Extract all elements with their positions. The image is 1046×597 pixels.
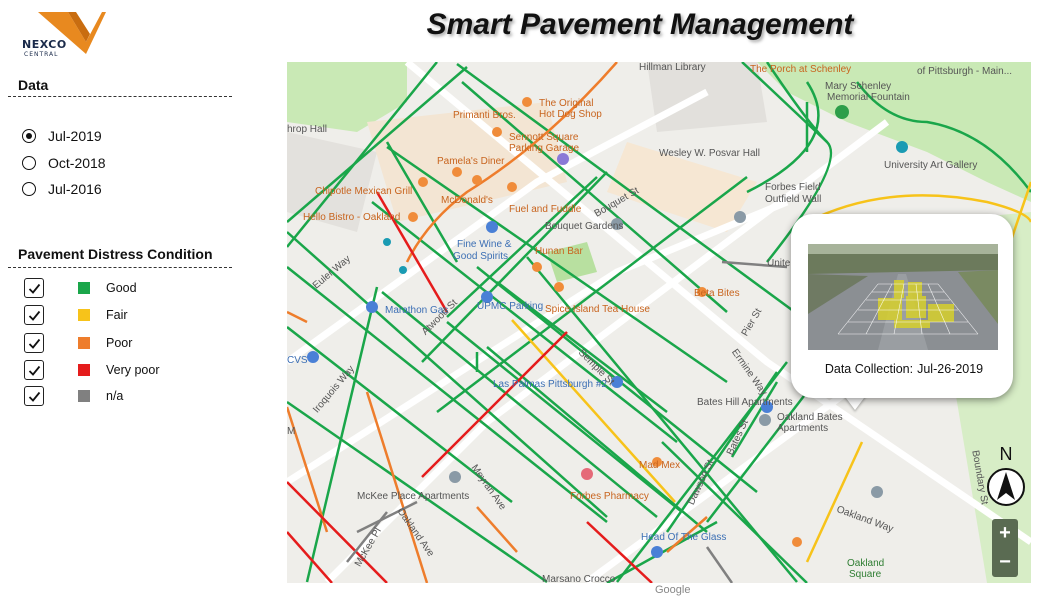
- map-label: Las Palmas Pittsburgh #2: [493, 379, 607, 390]
- map-label: Square: [849, 569, 882, 580]
- map-label: University Art Gallery: [884, 160, 978, 171]
- map-label: Mary Schenley: [825, 81, 892, 92]
- map-label: Outfield Wall: [765, 194, 822, 205]
- map-label: Fuel and Fuddle: [509, 204, 582, 215]
- legend-item-good[interactable]: Good: [24, 277, 137, 299]
- legend-item-fair[interactable]: Fair: [24, 304, 128, 326]
- check-icon: [28, 365, 40, 376]
- map-label: Mad Mex: [639, 460, 681, 471]
- map-label: Bouquet Gardens: [545, 221, 624, 232]
- map-label: Wesley W. Posvar Hall: [659, 148, 760, 159]
- check-icon: [28, 338, 40, 349]
- map-label: Forbes Pharmacy: [570, 491, 649, 502]
- park-area: [757, 62, 1031, 202]
- map-label: Spice Island Tea House: [545, 304, 650, 315]
- legend-swatch-poor: [78, 337, 90, 349]
- zoom-control[interactable]: + −: [992, 519, 1018, 577]
- legend-swatch-fair: [78, 309, 90, 321]
- caption-date: Jul-26-2019: [917, 362, 984, 376]
- map-label: Oakland: [847, 558, 885, 569]
- map-label: Hillman Library: [639, 62, 706, 73]
- map-label: Good Spirits: [453, 251, 509, 262]
- legend-label: Good: [106, 281, 137, 295]
- map-label: Forbes Field: [765, 182, 821, 193]
- page-title: Smart Pavement Management: [426, 8, 854, 41]
- map-label: McDonald's: [441, 195, 493, 206]
- map-label: Bates Hill Apartments: [697, 397, 793, 408]
- data-option-jul-2019[interactable]: Jul-2019: [22, 127, 102, 145]
- compass-icon: [987, 468, 1025, 506]
- radio-label: Jul-2019: [48, 128, 102, 144]
- check-icon: [28, 283, 40, 294]
- map-label: Primanti Bros.: [453, 110, 516, 121]
- map-label: The Original: [539, 98, 594, 109]
- map-label: Chipotle Mexican Grill: [315, 186, 413, 197]
- zoom-in-button[interactable]: +: [992, 519, 1018, 548]
- radio-label: Jul-2016: [48, 181, 102, 197]
- map-label: Hunan Bar: [535, 246, 583, 257]
- legend-checkbox[interactable]: [24, 305, 44, 325]
- data-option-oct-2018[interactable]: Oct-2018: [22, 154, 106, 172]
- map-label: Parking Garage: [509, 143, 580, 154]
- divider: [8, 267, 232, 268]
- radio-button[interactable]: [22, 182, 36, 196]
- map-label: hrop Hall: [287, 124, 328, 135]
- north-arrow: N: [985, 444, 1027, 506]
- map-label: Pamela's Diner: [437, 156, 505, 167]
- logo-subtext: CENTRAL: [24, 51, 59, 58]
- legend-checkbox[interactable]: [24, 360, 44, 380]
- data-collection-popup[interactable]: Data Collection: Jul-26-2019: [791, 214, 1013, 398]
- divider: [8, 96, 232, 97]
- legend-heading: Pavement Distress Condition: [18, 246, 213, 262]
- radio-button[interactable]: [22, 156, 36, 170]
- legend-item-na[interactable]: n/a: [24, 385, 123, 407]
- legend-item-very-poor[interactable]: Very poor: [24, 359, 160, 381]
- legend-label: Fair: [106, 308, 128, 322]
- legend-swatch-good: [78, 282, 90, 294]
- map-label: Beta Bites: [694, 288, 740, 299]
- map-label: Sennott Square: [509, 132, 579, 143]
- map-label: Memorial Fountain: [827, 92, 910, 103]
- map-label: Hello Bistro - Oakland: [303, 212, 401, 223]
- legend-checkbox[interactable]: [24, 386, 44, 406]
- logo-text: NEXCO: [22, 38, 67, 51]
- map-label: CVS: [287, 355, 308, 366]
- data-heading: Data: [18, 77, 49, 93]
- map-label: M: [287, 426, 296, 437]
- google-attribution: Google: [655, 584, 691, 596]
- map-label: Apartments: [777, 423, 829, 434]
- map-label: McKee Place Apartments: [357, 491, 470, 502]
- legend-swatch-na: [78, 390, 90, 402]
- data-option-jul-2016[interactable]: Jul-2016: [22, 180, 102, 198]
- legend-checkbox[interactable]: [24, 278, 44, 298]
- map-label: Fine Wine &: [457, 239, 512, 250]
- radio-button[interactable]: [22, 129, 36, 143]
- legend-item-poor[interactable]: Poor: [24, 332, 132, 354]
- legend-label: Very poor: [106, 363, 160, 377]
- check-icon: [28, 391, 40, 402]
- zoom-out-button[interactable]: −: [992, 548, 1018, 577]
- north-label: N: [999, 444, 1013, 464]
- nexco-logo: NEXCO CENTRAL: [10, 8, 106, 58]
- popup-caption: Data Collection: Jul-26-2019: [791, 362, 1013, 376]
- map-label: Hot Dog Shop: [539, 109, 602, 120]
- map-label: The Porch at Schenley: [750, 64, 852, 75]
- map-label: of Pittsburgh - Main...: [917, 66, 1013, 77]
- legend-label: n/a: [106, 389, 124, 403]
- caption-label: Data Collection:: [824, 362, 914, 376]
- map-label: UPMC Parking: [477, 301, 544, 312]
- map-label: Marsano Crocco: [542, 574, 616, 583]
- check-icon: [28, 310, 40, 321]
- radio-label: Oct-2018: [48, 155, 106, 171]
- legend-checkbox[interactable]: [24, 333, 44, 353]
- map-label: Unite: [767, 258, 791, 269]
- road-photo: [808, 244, 998, 350]
- map-label: Head Of The Glass: [641, 532, 727, 543]
- legend-label: Poor: [106, 336, 133, 350]
- legend-swatch-very-poor: [78, 364, 90, 376]
- map-label: Oakland Bates: [777, 412, 843, 423]
